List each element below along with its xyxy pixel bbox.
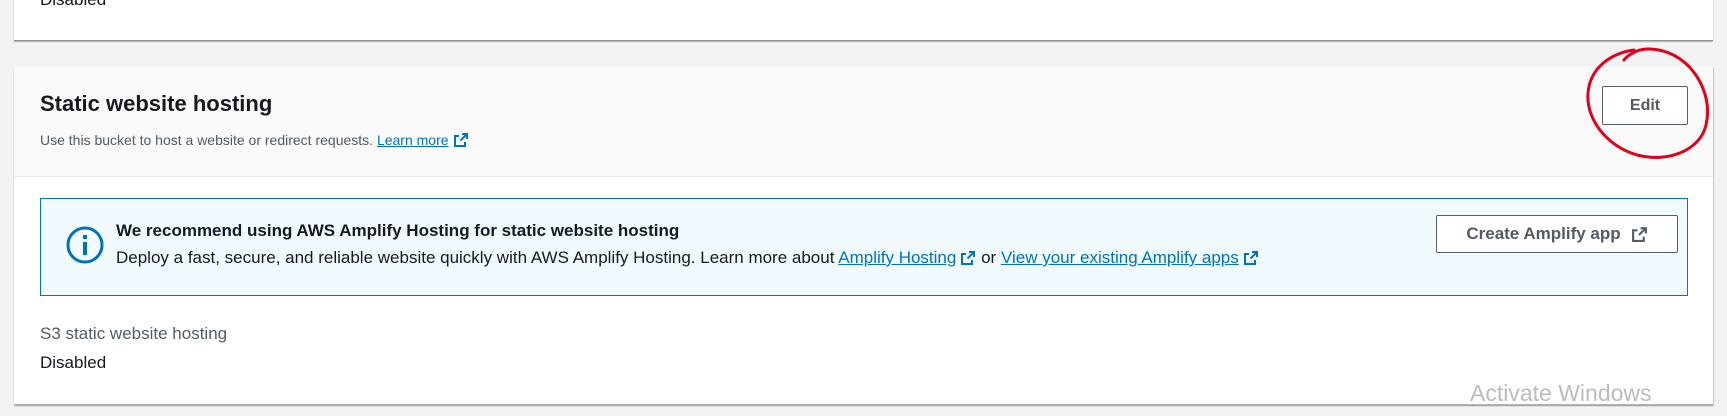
field-label: S3 static website hosting bbox=[40, 324, 228, 343]
field-value: Disabled bbox=[40, 353, 107, 372]
info-icon bbox=[66, 226, 104, 264]
create-amplify-app-button[interactable]: Create Amplify app bbox=[1436, 215, 1678, 253]
alert-body: Deploy a fast, secure, and reliable webs… bbox=[116, 248, 1259, 268]
existing-amplify-apps-link[interactable]: View your existing Amplify apps bbox=[1001, 248, 1259, 267]
alert-body-text: Deploy a fast, secure, and reliable webs… bbox=[116, 248, 835, 267]
external-link-icon bbox=[453, 133, 468, 147]
alert-body-joiner: or bbox=[981, 248, 997, 267]
previous-card: Disabled bbox=[14, 0, 1713, 41]
card-title: Static website hosting bbox=[40, 91, 273, 116]
external-link-icon bbox=[1631, 226, 1647, 242]
card-description-text: Use this bucket to host a website or red… bbox=[40, 132, 374, 148]
alert-title: We recommend using AWS Amplify Hosting f… bbox=[116, 221, 680, 240]
amplify-hosting-link[interactable]: Amplify Hosting bbox=[838, 248, 976, 267]
learn-more-link-label: Learn more bbox=[376, 132, 449, 148]
previous-card-value: Disabled bbox=[40, 0, 106, 10]
existing-amplify-apps-link-label: View your existing Amplify apps bbox=[1000, 248, 1239, 267]
external-link-icon bbox=[961, 251, 976, 265]
learn-more-link[interactable]: Learn more bbox=[377, 132, 469, 148]
amplify-info-alert: We recommend using AWS Amplify Hosting f… bbox=[40, 198, 1688, 296]
card-description: Use this bucket to host a website or red… bbox=[40, 132, 469, 148]
activate-windows-watermark: Activate Windows bbox=[1470, 380, 1652, 406]
edit-button[interactable]: Edit bbox=[1602, 86, 1688, 125]
page: Disabled Static website hosting Use this… bbox=[0, 0, 1727, 416]
card-header: Static website hosting Use this bucket t… bbox=[14, 67, 1713, 177]
external-link-icon bbox=[1243, 251, 1258, 265]
create-amplify-app-button-label: Create Amplify app bbox=[1466, 224, 1621, 243]
static-website-hosting-card: Static website hosting Use this bucket t… bbox=[14, 67, 1713, 405]
amplify-hosting-link-label: Amplify Hosting bbox=[838, 248, 957, 267]
